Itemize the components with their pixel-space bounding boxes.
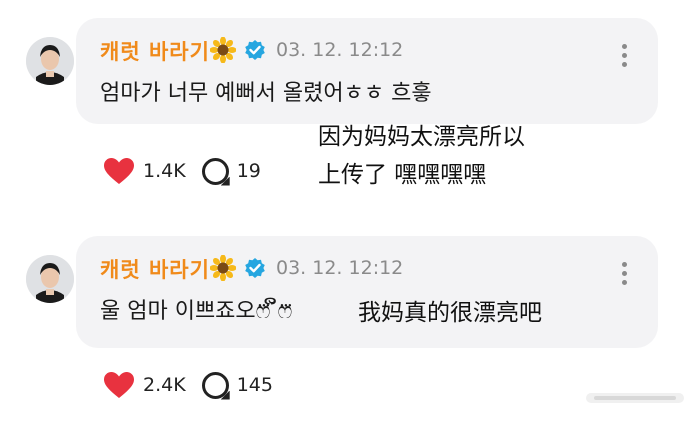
- subtitle-translation: 我妈真的很漂亮吧: [358, 294, 542, 332]
- avatar[interactable]: [26, 255, 74, 303]
- like-count: 1.4K: [143, 160, 186, 182]
- avatar[interactable]: [26, 37, 74, 85]
- timestamp: 03. 12. 12:12: [276, 257, 404, 279]
- verified-icon: [244, 257, 266, 283]
- heart-icon[interactable]: [103, 371, 135, 399]
- reply-bubble-icon[interactable]: [201, 157, 229, 185]
- sunflower-icon: [209, 254, 237, 285]
- comment-bubble: 캐럿 바라기 03. 12.: [76, 18, 658, 124]
- subtitle-line: 因为妈妈太漂亮所以: [318, 124, 525, 150]
- watermark-logo: [586, 393, 684, 403]
- comment-text: 엄마가 너무 예뻐서 올렸어ㅎㅎ 흐흫: [100, 81, 432, 106]
- reply-count: 19: [236, 160, 261, 182]
- verified-icon: [244, 39, 266, 65]
- action-bar: 1.4K 19: [103, 155, 277, 187]
- comment-card: 캐럿 바라기 03. 12.: [0, 0, 690, 205]
- action-bar: 2.4K 145: [103, 369, 289, 401]
- sunflower-icon: [209, 36, 237, 67]
- comment-text: 울 엄마 이쁘죠오ෆ⃛ ິ̆ෆ⃛: [100, 299, 293, 324]
- username[interactable]: 캐럿 바라기: [100, 254, 210, 284]
- timestamp: 03. 12. 12:12: [276, 39, 404, 61]
- subtitle-line: 我妈真的很漂亮吧: [358, 300, 542, 326]
- reply-count: 145: [236, 374, 273, 396]
- subtitle-translation: 因为妈妈太漂亮所以 上传了 嘿嘿嘿嘿: [318, 118, 525, 194]
- heart-icon[interactable]: [103, 157, 135, 185]
- more-vertical-icon[interactable]: [622, 44, 628, 68]
- reply-bubble-icon[interactable]: [201, 371, 229, 399]
- subtitle-line: 上传了 嘿嘿嘿嘿: [318, 162, 487, 188]
- like-count: 2.4K: [143, 374, 186, 396]
- more-vertical-icon[interactable]: [622, 262, 628, 286]
- username[interactable]: 캐럿 바라기: [100, 36, 210, 66]
